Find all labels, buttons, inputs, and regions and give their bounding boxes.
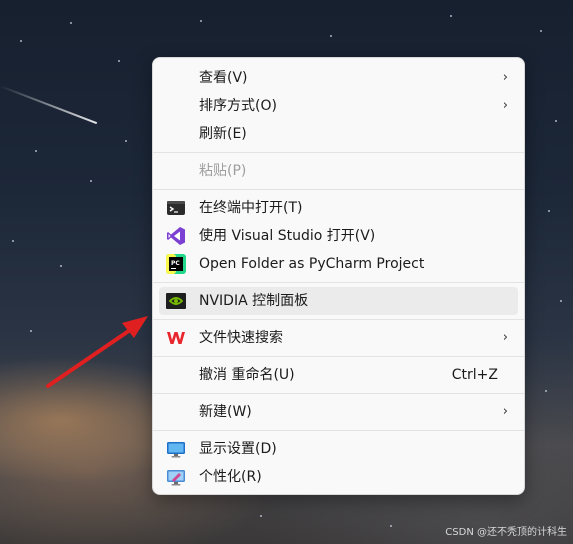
annotation-arrow bbox=[46, 316, 148, 388]
watermark: CSDN @还不秃顶的计科生 bbox=[445, 527, 567, 538]
desktop-background: 查看(V) › 排序方式(O) › 刷新(E) 粘贴(P) 在终端中打开(T) … bbox=[0, 0, 573, 544]
